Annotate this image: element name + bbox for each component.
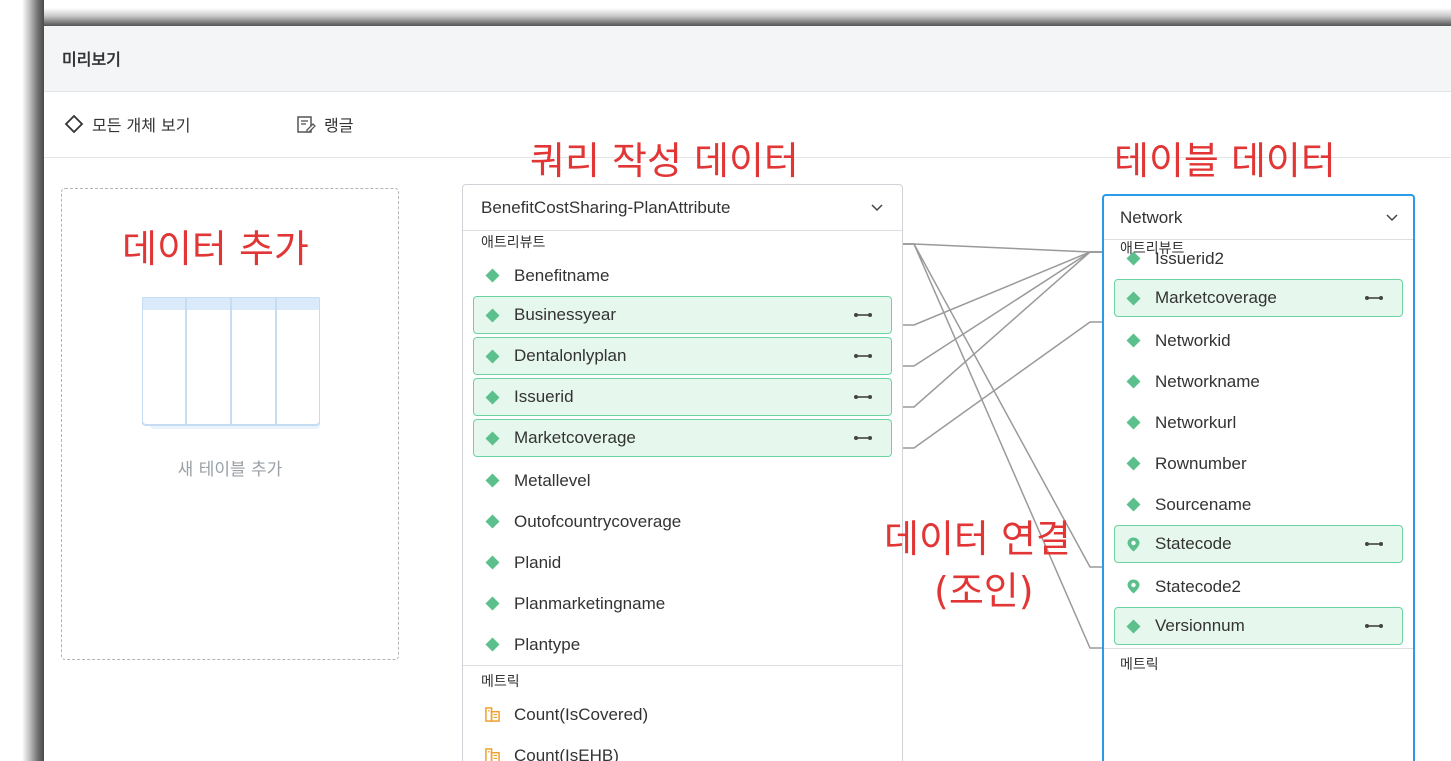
annotation-add-data: 데이터 추가 <box>122 227 309 271</box>
annotation-join-line1: 데이터 연결 <box>884 517 1071 561</box>
join-line-extra <box>903 243 1102 253</box>
join-line-marketcoverage <box>903 321 1102 449</box>
frame-shadow-left <box>0 0 44 761</box>
annotation-join-line2: (조인) <box>934 569 1034 613</box>
annotation-query-data: 쿼리 작성 데이터 <box>530 139 799 183</box>
join-line-dentalonlyplan <box>903 251 1102 367</box>
screenshot-frame: 미리보기 모든 개체 보기 랭글 새 테이블 추가 BenefitCostSha… <box>0 0 1451 761</box>
preview-panel: 미리보기 모든 개체 보기 랭글 새 테이블 추가 BenefitCostSha… <box>44 26 1451 761</box>
frame-shadow-top <box>0 0 1451 26</box>
annotation-table-data: 테이블 데이터 <box>1114 139 1336 183</box>
